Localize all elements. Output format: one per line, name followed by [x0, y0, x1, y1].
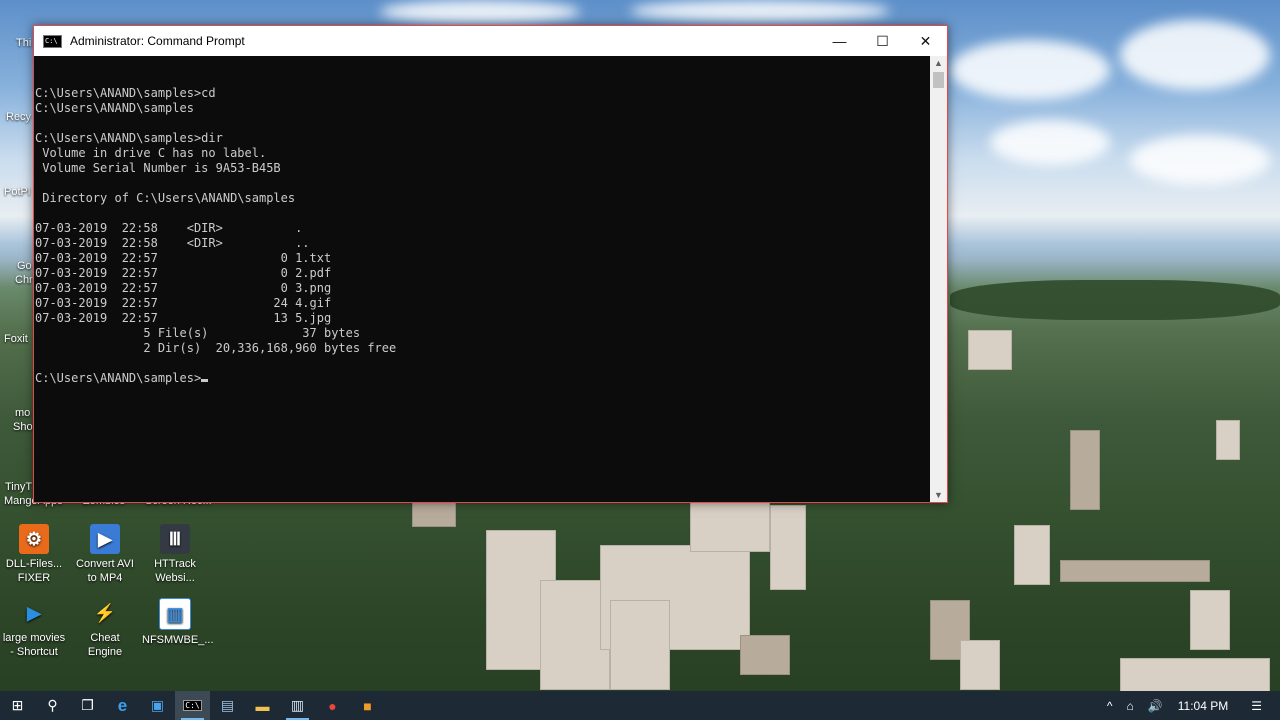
console-line: Volume Serial Number is 9A53-B45B [42, 161, 281, 175]
network-icon[interactable]: ⌂ [1127, 699, 1134, 713]
notifications-icon[interactable]: ☰ [1251, 699, 1262, 713]
desktop-icon-cheat-engine[interactable]: ⚡ Cheat Engine [72, 598, 138, 659]
console-output[interactable]: C:\Users\ANAND\samples>cd C:\Users\ANAND… [34, 56, 930, 502]
close-button[interactable]: ✕ [904, 26, 947, 56]
volume-icon[interactable]: 🔊 [1148, 699, 1163, 713]
console-line: 07-03-2019 22:57 0 2.pdf [35, 266, 332, 280]
console-line: Directory of C:\Users\ANAND\samples [42, 191, 296, 205]
app4-icon: ■ [363, 697, 372, 714]
folder-icon: ▬ [255, 697, 270, 714]
edge-label: Chr [15, 274, 33, 286]
desktop-icon-label: HTTrack Websi... [154, 558, 196, 584]
desktop-icon-label: NFSMWBE_... [142, 634, 214, 646]
cmd-icon: C:\ [43, 34, 62, 48]
console-line: C:\Users\ANAND\samples>dir [35, 131, 223, 145]
search-icon: ⚲ [47, 697, 58, 713]
taskbar-media[interactable]: ● [315, 691, 350, 720]
console-line: 5 File(s) 37 bytes [143, 326, 361, 340]
edge-label: TinyT [5, 481, 33, 493]
desktop-icon-nfsmwbe[interactable]: ▥ NFSMWBE_... [142, 598, 214, 647]
console-line: C:\Users\ANAND\samples [35, 101, 194, 115]
system-tray: ^ ⌂ 🔊 11:04 PM ☰ [1100, 691, 1280, 720]
edge-label: PotPl [4, 186, 31, 198]
edge-icon: e [117, 695, 128, 715]
taskbar-app4[interactable]: ■ [350, 691, 385, 720]
taskbar-edge[interactable]: e [105, 691, 140, 720]
console-line: 07-03-2019 22:57 24 4.gif [35, 296, 332, 310]
cmd-icon: C:\ [183, 700, 202, 711]
console-line: 07-03-2019 22:58 <DIR> .. [35, 236, 310, 250]
app3-icon: ▥ [290, 697, 305, 713]
desktop-icon-convert-avi[interactable]: ▶ Convert AVI to MP4 [72, 524, 138, 585]
text-cursor [201, 379, 209, 382]
title-bar[interactable]: C:\ Administrator: Command Prompt — ☐ ✕ [34, 26, 947, 56]
scroll-thumb[interactable] [933, 72, 944, 88]
clock[interactable]: 11:04 PM [1178, 699, 1228, 713]
tray-chevron-icon[interactable]: ^ [1107, 699, 1113, 713]
maximize-button[interactable]: ☐ [861, 26, 904, 56]
minimize-button[interactable]: — [818, 26, 861, 56]
scroll-up-icon[interactable]: ▲ [930, 56, 947, 70]
edge-label: mo [15, 407, 31, 419]
edge-label: Foxit [4, 333, 28, 345]
console-line: 2 Dir(s) 20,336,168,960 bytes free [143, 341, 397, 355]
scroll-down-icon[interactable]: ▼ [930, 488, 947, 502]
desktop-icon-label: large movies - Shortcut [2, 632, 66, 658]
console-line: 07-03-2019 22:57 0 3.png [35, 281, 332, 295]
desktop-icon-large-movies[interactable]: ▶ large movies - Shortcut [1, 598, 67, 659]
edge-label: Thi [16, 37, 32, 49]
taskbar: ⊞ ⚲ ❐ e ▣ C:\ ▤ ▬ ▥ ● ■ ^ ⌂ 🔊 11:04 PM ☰ [0, 691, 1280, 720]
edge-label: Recy [6, 111, 32, 123]
desktop-icon-label: Convert AVI to MP4 [76, 558, 134, 584]
console-line: Volume in drive C has no label. [42, 146, 267, 160]
command-prompt-window[interactable]: C:\ Administrator: Command Prompt — ☐ ✕ … [33, 25, 948, 503]
desktop-icon-httrack[interactable]: Ⅲ HTTrack Websi... [142, 524, 208, 585]
window-icon: ▥ [159, 598, 191, 630]
windows-logo-icon: ⊞ [11, 697, 24, 713]
cheat-engine-icon: ⚡ [93, 603, 117, 623]
task-view-button[interactable]: ❐ [70, 691, 105, 720]
app-icon: ▣ [150, 697, 165, 713]
taskbar-app2[interactable]: ▤ [210, 691, 245, 720]
console-line: 07-03-2019 22:57 13 5.jpg [35, 311, 332, 325]
task-view-icon: ❐ [81, 697, 94, 713]
taskbar-app[interactable]: ▣ [140, 691, 175, 720]
vertical-scrollbar[interactable]: ▲ ▼ [930, 56, 947, 502]
taskbar-app3[interactable]: ▥ [280, 691, 315, 720]
edge-label: Go [17, 260, 32, 272]
desktop-icon-dll-files-fixer[interactable]: ⚙ DLL-Files... FIXER [1, 524, 67, 585]
console-line: C:\Users\ANAND\samples>cd [35, 86, 216, 100]
taskbar-cmd[interactable]: C:\ [175, 691, 210, 720]
media-icon: ● [328, 697, 337, 714]
window-title: Administrator: Command Prompt [70, 34, 245, 48]
desktop-icon-label: DLL-Files... FIXER [5, 558, 63, 584]
gear-icon: ⚙ [19, 524, 49, 554]
video-icon: ▶ [90, 524, 120, 554]
desktop-icon-label: Cheat Engine [87, 632, 123, 658]
taskbar-file-explorer[interactable]: ▬ [245, 691, 280, 720]
console-prompt: C:\Users\ANAND\samples> [35, 371, 202, 385]
app2-icon: ▤ [220, 697, 235, 713]
start-button[interactable]: ⊞ [0, 691, 35, 720]
console-line: 07-03-2019 22:58 <DIR> . [35, 221, 303, 235]
play-icon: ▶ [27, 603, 41, 623]
console-text: C:\Users\ANAND\samples>cd C:\Users\ANAND… [34, 56, 930, 386]
edge-label: Sho [13, 421, 33, 433]
search-button[interactable]: ⚲ [35, 691, 70, 720]
console-line: 07-03-2019 22:57 0 1.txt [35, 251, 332, 265]
httrack-icon: Ⅲ [160, 524, 190, 554]
